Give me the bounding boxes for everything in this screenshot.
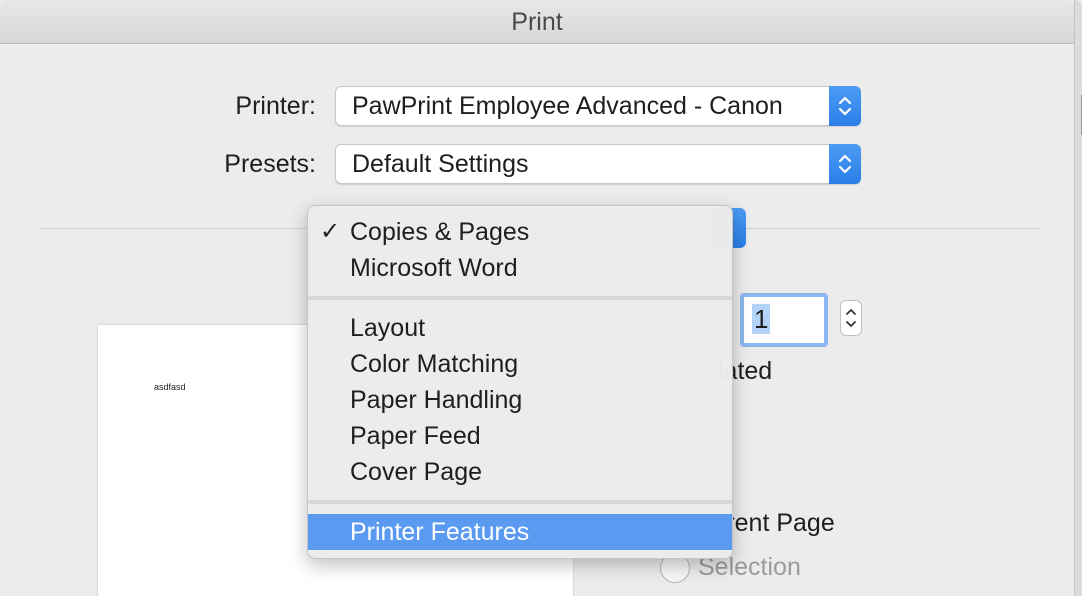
- printer-label: Printer:: [235, 92, 316, 120]
- menu-item-label: Layout: [350, 314, 426, 342]
- menu-item-label: Paper Handling: [350, 386, 523, 414]
- copies-input[interactable]: 1: [740, 293, 828, 347]
- printer-popup-arrows[interactable]: [829, 86, 861, 126]
- up-down-chevron-icon: [838, 96, 852, 116]
- menu-item-paper-feed[interactable]: Paper Feed: [308, 418, 732, 454]
- menu-separator: [308, 296, 732, 300]
- menu-item-label: Color Matching: [350, 350, 519, 378]
- up-down-chevron-icon: [846, 309, 856, 327]
- menu-item-label: Printer Features: [350, 518, 530, 546]
- menu-item-printer-features[interactable]: Printer Features: [308, 514, 732, 550]
- menu-item-label: Copies & Pages: [350, 218, 530, 246]
- menu-item-paper-handling[interactable]: Paper Handling: [308, 382, 732, 418]
- menu-item-label: Cover Page: [350, 458, 483, 486]
- menu-item-cover-page[interactable]: Cover Page: [308, 454, 732, 490]
- copies-stepper[interactable]: [840, 300, 862, 336]
- up-down-chevron-icon: [838, 154, 852, 174]
- printer-popup[interactable]: PawPrint Employee Advanced - Canon: [335, 86, 861, 126]
- panel-dropdown-menu: ✓ Copies & Pages Microsoft Word Layout C…: [307, 205, 733, 559]
- presets-popup[interactable]: Default Settings: [335, 144, 861, 184]
- presets-popup-arrows[interactable]: [829, 144, 861, 184]
- presets-value: Default Settings: [352, 150, 529, 178]
- menu-item-color-matching[interactable]: Color Matching: [308, 346, 732, 382]
- menu-item-copies-pages[interactable]: ✓ Copies & Pages: [308, 214, 732, 250]
- menu-separator: [308, 500, 732, 504]
- dialog-title: Print: [0, 0, 1074, 44]
- background-window-edge: [1074, 0, 1082, 596]
- presets-label: Presets:: [224, 150, 316, 178]
- print-dialog: Print Printer: PawPrint Employee Advance…: [0, 0, 1082, 596]
- printer-value: PawPrint Employee Advanced - Canon: [352, 92, 783, 120]
- current-page-label: rrent Page: [718, 509, 835, 537]
- preview-text: asdfasd: [154, 382, 186, 392]
- checkmark-icon: ✓: [320, 218, 341, 245]
- menu-item-label: Paper Feed: [350, 422, 481, 450]
- copies-value: 1: [752, 304, 771, 334]
- menu-item-label: Microsoft Word: [350, 254, 518, 282]
- menu-item-layout[interactable]: Layout: [308, 310, 732, 346]
- menu-item-microsoft-word[interactable]: Microsoft Word: [308, 250, 732, 286]
